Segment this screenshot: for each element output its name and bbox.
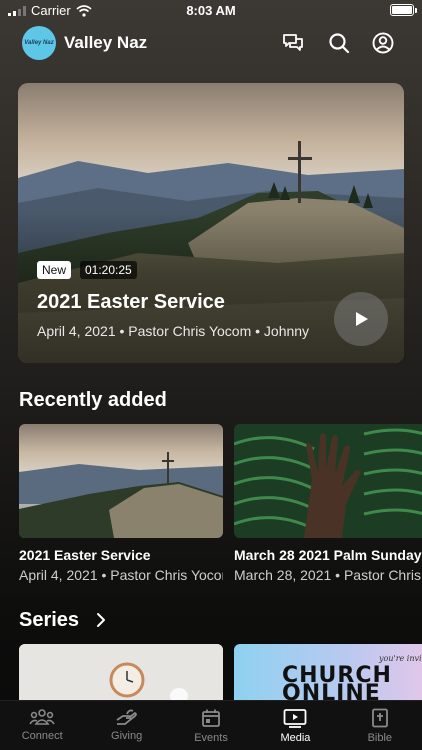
series-card[interactable]: you're invited CHURCH ONLINE	[234, 644, 422, 704]
tab-bible[interactable]: Bible	[338, 701, 422, 750]
series-art-text: CHURCH ONLINE	[282, 663, 392, 705]
hero-title: 2021 Easter Service	[37, 291, 225, 313]
media-meta: March 28, 2021 • Pastor Chris Yocom	[234, 567, 422, 583]
battery-tip	[415, 8, 417, 13]
giving-hand-icon	[116, 709, 137, 725]
play-button[interactable]	[334, 292, 388, 346]
recently-added-heading: Recently added	[19, 389, 167, 411]
church-logo[interactable]: Valley Naz	[22, 26, 56, 60]
tab-giving[interactable]: Giving	[84, 701, 168, 750]
play-screen-icon	[284, 709, 307, 728]
tab-media[interactable]: Media	[253, 701, 337, 750]
duration-badge: 01:20:25	[80, 261, 137, 279]
series-artwork	[19, 644, 223, 704]
app-header: Valley Naz Valley Naz	[0, 24, 422, 64]
tab-label: Connect	[21, 730, 63, 742]
tab-label: Media	[280, 732, 311, 744]
tab-label: Events	[194, 732, 228, 744]
calendar-icon	[202, 709, 220, 727]
media-title: 2021 Easter Service	[19, 547, 151, 563]
logo-text: Valley Naz	[24, 40, 54, 46]
search-icon[interactable]	[326, 30, 352, 56]
tab-label: Bible	[367, 732, 393, 744]
media-meta: April 4, 2021 • Pastor Chris Yocom	[19, 567, 223, 583]
tab-label: Giving	[111, 730, 143, 742]
chat-icon[interactable]	[280, 30, 306, 56]
series-card[interactable]	[19, 644, 223, 704]
chevron-right-icon[interactable]	[95, 612, 107, 633]
account-icon[interactable]	[370, 30, 396, 56]
series-heading: Series	[19, 609, 80, 631]
featured-media-card[interactable]: New 01:20:25 2021 Easter Service April 4…	[18, 83, 404, 363]
play-icon	[356, 312, 368, 326]
series-script-text: you're invited	[379, 654, 422, 663]
clock: 8:03 AM	[186, 3, 236, 18]
tab-events[interactable]: Events	[169, 701, 253, 750]
media-thumbnail	[19, 424, 223, 538]
media-title: March 28 2021 Palm Sunday	[234, 547, 422, 563]
app-name: Valley Naz	[64, 33, 148, 52]
battery-icon	[390, 4, 414, 16]
media-card[interactable]: March 28 2021 Palm Sunday March 28, 2021…	[234, 424, 422, 583]
tab-bar: Connect Giving Events Media Bible	[0, 700, 422, 750]
tab-connect[interactable]: Connect	[0, 701, 84, 750]
status-bar: Carrier 8:03 AM	[0, 0, 422, 22]
hero-meta: April 4, 2021 • Pastor Chris Yocom • Joh…	[37, 323, 310, 339]
bible-icon	[371, 708, 388, 728]
people-icon	[29, 709, 55, 725]
media-card[interactable]: 2021 Easter Service April 4, 2021 • Past…	[19, 424, 223, 583]
new-badge: New	[37, 261, 72, 279]
media-thumbnail	[234, 424, 422, 538]
